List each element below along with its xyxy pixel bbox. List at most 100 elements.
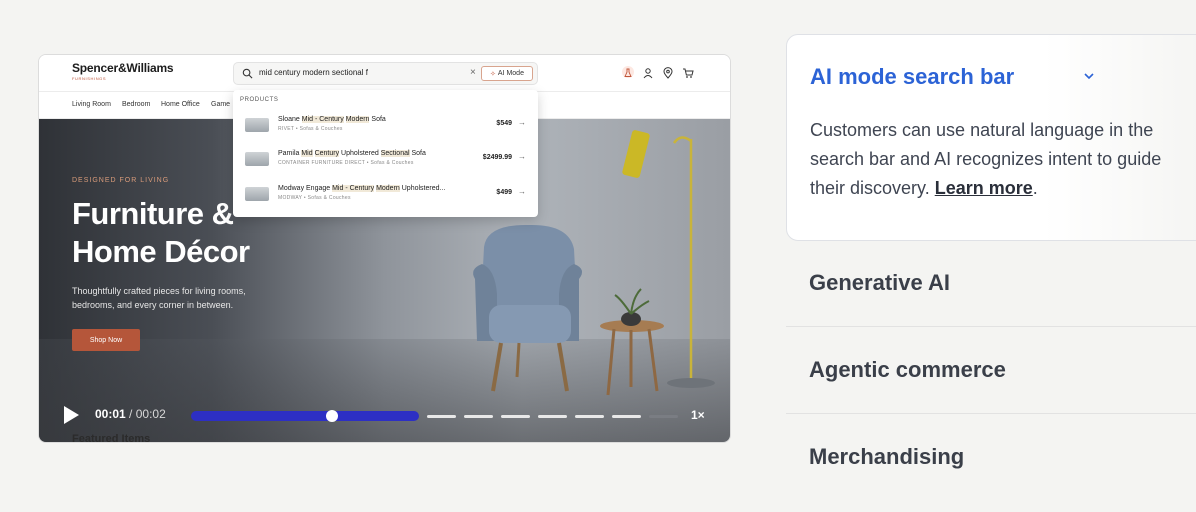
plant-pot [621,312,641,326]
nav-item[interactable]: Home Office [161,101,200,108]
shop-now-button[interactable]: Shop Now [72,329,140,351]
nav-item[interactable]: Living Room [72,101,111,108]
flask-icon[interactable] [622,66,634,78]
product-price: $2499.99 [482,154,512,161]
nav-item[interactable]: Game [211,101,230,108]
learn-more-link[interactable]: Learn more [935,178,1033,198]
search-query-text[interactable]: mid century modern sectional f [259,68,368,77]
suggestions-section-label: PRODUCTS [240,97,279,103]
chapter-segment[interactable] [575,415,604,418]
accordion-item-agentic-commerce[interactable]: Agentic commerce [809,357,1006,383]
hero-title: Furniture & Home Décor [72,195,250,271]
plant-leaves [614,288,650,315]
product-name: Pamila Mid Century Upholstered Sectional… [278,150,426,157]
product-name-part: Sloane [278,116,302,123]
arrow-right-icon[interactable]: → [518,118,526,127]
suggestion-item[interactable]: Sloane Mid - Century Modern Sofa RIVET • … [233,112,538,142]
chapter-segment[interactable] [538,415,567,418]
product-name-part: Mid [301,150,313,157]
divider [786,326,1196,327]
site-header: Spencer&Williams FURNISHINGS mid century… [39,55,730,92]
sparkle-icon: ✧ [490,70,496,78]
header-icons [622,66,694,79]
product-meta: CONTAINER FURNITURE DIRECT • Sofas & Cou… [278,160,414,166]
chapter-segment[interactable] [501,415,530,418]
product-name-part: Modern [345,116,370,123]
search-input[interactable]: mid century modern sectional f × ✧ AI Mod… [233,62,538,85]
chapter-segment[interactable] [464,415,493,418]
product-name-part: Sofa [369,116,386,123]
lamp-shade [622,130,650,178]
play-icon[interactable] [62,405,80,425]
chair-leg [491,342,503,392]
product-name-part: Modway Engage [278,185,333,192]
search-icon [242,68,253,79]
product-name-part: Sofa [409,150,426,157]
product-name-part: Upholstered [339,150,381,157]
suggestion-item[interactable]: Pamila Mid Century Upholstered Sectional… [233,146,538,176]
accordion-description: Customers can use natural language in th… [810,116,1180,203]
arrow-right-icon[interactable]: → [518,187,526,196]
chair-seat [489,305,571,343]
product-name-part: Mid - Century [301,116,344,123]
product-name: Modway Engage Mid - Century Modern Uphol… [278,185,445,192]
chapter-segment[interactable] [612,415,641,418]
nav-item[interactable]: Bedroom [122,101,150,108]
lamp-base [667,378,715,388]
user-icon[interactable] [642,66,654,79]
hero-subtitle: Thoughtfully crafted pieces for living r… [72,286,246,310]
product-meta: MODWAY • Sofas & Couches [278,195,351,201]
product-meta: RIVET • Sofas & Couches [278,126,343,132]
chevron-down-icon[interactable] [1083,71,1095,81]
chapter-segment[interactable] [649,415,678,418]
progress-bar[interactable] [191,410,419,422]
product-name: Sloane Mid - Century Modern Sofa [278,116,386,123]
product-thumbnail [245,187,269,201]
table-leg [647,328,659,392]
accordion-item-merchandising[interactable]: Merchandising [809,444,964,470]
total-time: 00:02 [135,407,166,421]
product-name-part: Sectional [380,150,410,157]
hero-title-line1: Furniture & [72,196,234,231]
product-name-part: Mid - Century [332,185,375,192]
ai-mode-label: AI Mode [497,70,524,77]
accordion-item-ai-mode[interactable]: AI mode search bar Customers can use nat… [786,34,1196,241]
hero-title-line2: Home Décor [72,234,250,269]
search-suggestions-dropdown: PRODUCTS Sloane Mid - Century Modern Sof… [233,90,538,217]
arrow-right-icon[interactable]: → [518,152,526,161]
product-thumbnail [245,118,269,132]
current-time: 00:01 [95,407,126,421]
time-separator: / [125,407,136,421]
video-time: 00:01 / 00:02 [95,407,166,421]
chapter-segment[interactable] [427,415,456,418]
hero-eyebrow: DESIGNED FOR LIVING [72,177,170,184]
chair-leg [515,342,521,378]
chair-leg [557,342,569,392]
location-pin-icon[interactable] [662,66,674,79]
product-price: $549 [496,120,512,127]
close-icon[interactable]: × [470,67,476,78]
video-player-card: DESIGNED FOR LIVING Furniture & Home Déc… [38,54,731,443]
product-thumbnail [245,152,269,166]
ai-mode-button[interactable]: ✧ AI Mode [481,66,533,81]
cart-icon[interactable] [682,66,694,78]
featured-items-heading: Featured Items [72,433,151,443]
divider [786,413,1196,414]
site-logo-subtitle: FURNISHINGS [72,76,107,81]
suggestion-item[interactable]: Modway Engage Mid - Century Modern Uphol… [233,181,538,211]
product-name-part: Upholstered... [399,185,446,192]
accordion-title[interactable]: AI mode search bar [810,64,1014,90]
product-name-part: Modern [376,185,400,192]
lamp-arm [672,136,692,144]
description-end: . [1032,178,1038,198]
site-logo[interactable]: Spencer&Williams [72,61,174,75]
chapter-segments [427,415,678,418]
product-name-part: Century [314,150,340,157]
progress-knob[interactable] [326,410,339,422]
product-price: $499 [496,189,512,196]
product-name-part: Pamila [278,150,302,157]
video-controls: 00:01 / 00:02 1× [39,399,730,431]
accordion-item-generative-ai[interactable]: Generative AI [809,270,950,296]
playback-speed-button[interactable]: 1× [691,408,705,422]
table-leg [606,328,616,396]
